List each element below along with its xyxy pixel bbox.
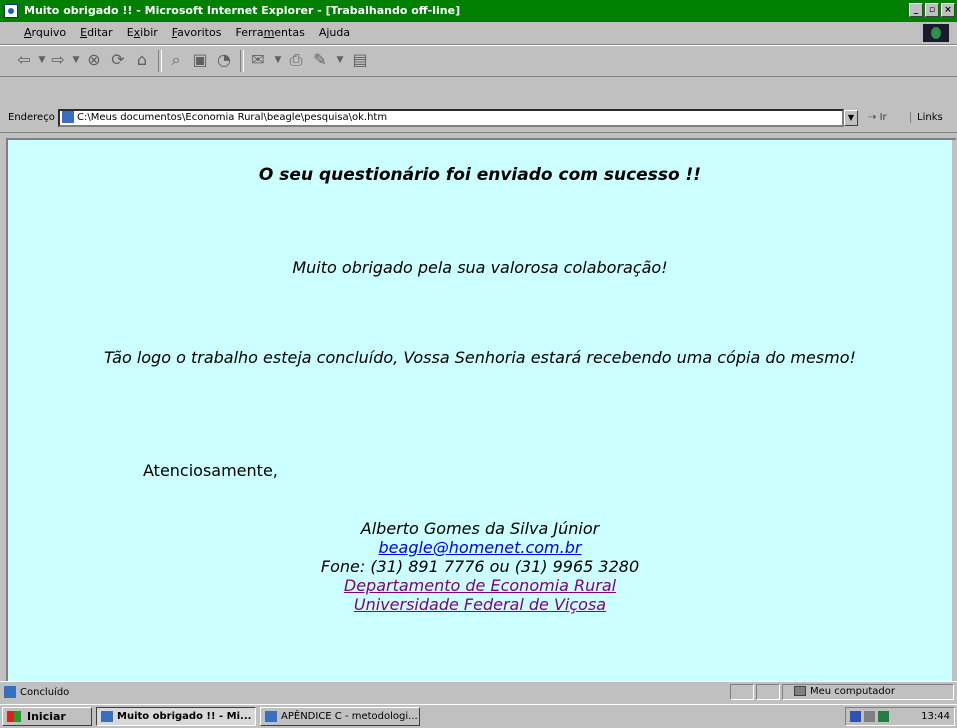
status-panel bbox=[730, 684, 754, 700]
page-status-icon bbox=[4, 686, 16, 698]
address-bar: Endereço C:\Meus documentos\Economia Rur… bbox=[0, 106, 957, 133]
print-icon[interactable]: ⎙ bbox=[286, 50, 306, 70]
menu-exibir[interactable]: Exibir bbox=[127, 26, 158, 39]
history-icon[interactable]: ◔ bbox=[214, 50, 234, 70]
address-dropdown-icon[interactable]: ▼ bbox=[844, 110, 858, 126]
windows-logo-icon bbox=[7, 711, 21, 722]
vertical-scrollbar[interactable] bbox=[952, 140, 956, 681]
toolbar-separator bbox=[240, 50, 244, 72]
computer-icon bbox=[794, 686, 806, 696]
refresh-icon[interactable]: ⟳ bbox=[108, 50, 128, 70]
system-tray: 13:44 bbox=[845, 707, 955, 726]
ie-app-icon[interactable] bbox=[4, 4, 18, 18]
address-label: Endereço bbox=[8, 112, 55, 123]
forward-dropdown-icon[interactable]: ▼ bbox=[66, 50, 86, 70]
window-title: Muito obrigado !! - Microsoft Internet E… bbox=[24, 4, 461, 17]
window-titlebar[interactable]: Muito obrigado !! - Microsoft Internet E… bbox=[0, 0, 957, 22]
university-link[interactable]: Universidade Federal de Viçosa bbox=[8, 595, 952, 614]
page-heading: O seu questionário foi enviado com suces… bbox=[258, 165, 702, 185]
links-button[interactable]: Links bbox=[910, 112, 943, 123]
status-bar: Concluído Meu computador bbox=[0, 681, 957, 704]
page-content: O seu questionário foi enviado com suces… bbox=[8, 140, 952, 681]
favorites-icon[interactable]: ▣ bbox=[190, 50, 210, 70]
menu-bar: Arquivo Editar Exibir Favoritos Ferramen… bbox=[0, 22, 957, 45]
signature-block: Alberto Gomes da Silva Júnior beagle@hom… bbox=[8, 519, 952, 614]
phone-text: Fone: (31) 891 7776 ou (31) 9965 3280 bbox=[320, 557, 640, 576]
page-viewport: O seu questionário foi enviado com suces… bbox=[6, 138, 956, 681]
window-controls: _ ▫ × bbox=[909, 3, 955, 17]
menu-ajuda[interactable]: Ajuda bbox=[319, 26, 350, 39]
menu-arquivo[interactable]: Arquivo bbox=[24, 26, 66, 39]
mail-icon[interactable]: ✉ bbox=[248, 50, 268, 70]
address-url: C:\Meus documentos\Economia Rural\beagle… bbox=[77, 112, 388, 123]
start-button[interactable]: Iniciar bbox=[2, 707, 92, 726]
menu-favoritos[interactable]: Favoritos bbox=[172, 26, 222, 39]
department-link[interactable]: Departamento de Economia Rural bbox=[8, 576, 952, 595]
search-icon[interactable]: ⌕ bbox=[166, 50, 186, 70]
minimize-button[interactable]: _ bbox=[909, 3, 923, 17]
edit-dropdown-icon[interactable]: ▼ bbox=[330, 50, 350, 70]
discuss-icon[interactable]: ▤ bbox=[350, 50, 370, 70]
notice-text: Tão logo o trabalho esteja concluído, Vo… bbox=[104, 348, 856, 367]
toolbar-separator bbox=[158, 50, 162, 72]
edit-icon[interactable]: ✎ bbox=[310, 50, 330, 70]
thanks-text: Muito obrigado pela sua valorosa colabor… bbox=[292, 258, 668, 277]
ie-task-icon bbox=[101, 711, 113, 722]
standard-toolbar: ⇦ ▼ ⇨ ▼ ⊗ ⟳ ⌂ ⌕ ▣ ◔ ✉ ▼ ⎙ ✎ ▼ ▤ bbox=[0, 45, 957, 77]
page-icon bbox=[62, 111, 74, 123]
mail-dropdown-icon[interactable]: ▼ bbox=[268, 50, 288, 70]
back-arrow-icon[interactable]: ⇦ bbox=[14, 50, 34, 70]
clock[interactable]: 13:44 bbox=[921, 708, 950, 725]
email-link[interactable]: beagle@homenet.com.br bbox=[8, 538, 952, 557]
status-text: Concluído bbox=[4, 686, 69, 698]
security-zone: Meu computador bbox=[794, 686, 895, 697]
task-ie-window[interactable]: Muito obrigado !! - Mi... bbox=[96, 707, 256, 726]
home-icon[interactable]: ⌂ bbox=[132, 50, 152, 70]
closing-text: Atenciosamente, bbox=[143, 461, 278, 480]
ie-throbber-logo bbox=[923, 24, 949, 42]
network-tray-icon[interactable] bbox=[850, 711, 861, 722]
word-task-icon bbox=[265, 711, 277, 722]
menu-editar[interactable]: Editar bbox=[80, 26, 113, 39]
address-input[interactable]: C:\Meus documentos\Economia Rural\beagle… bbox=[58, 109, 844, 127]
taskbar: Iniciar Muito obrigado !! - Mi... APÊNDI… bbox=[0, 704, 957, 728]
menu-ferramentas[interactable]: Ferramentas bbox=[235, 26, 304, 39]
forward-arrow-icon[interactable]: ⇨ bbox=[48, 50, 68, 70]
stop-icon[interactable]: ⊗ bbox=[84, 50, 104, 70]
status-panel bbox=[756, 684, 780, 700]
task-word-document[interactable]: APÊNDICE C - metodologi... bbox=[260, 707, 420, 726]
connection-tray-icon[interactable] bbox=[878, 711, 889, 722]
signature-name: Alberto Gomes da Silva Júnior bbox=[360, 519, 600, 538]
go-button[interactable]: ⇢ Ir bbox=[868, 112, 887, 123]
close-button[interactable]: × bbox=[941, 3, 955, 17]
maximize-button[interactable]: ▫ bbox=[925, 3, 939, 17]
volume-tray-icon[interactable] bbox=[864, 711, 875, 722]
